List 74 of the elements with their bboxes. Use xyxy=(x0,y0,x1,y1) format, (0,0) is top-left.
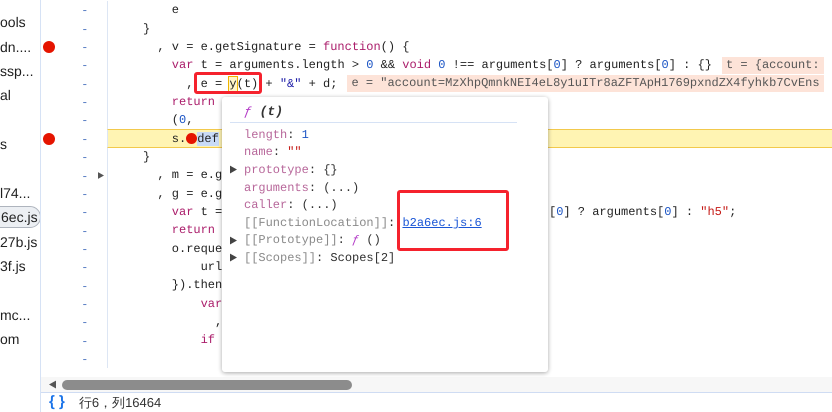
line-marker: - xyxy=(82,168,87,183)
code-line: s. xyxy=(170,130,186,147)
popup-title: ƒ (t) xyxy=(244,102,284,121)
line-marker: - xyxy=(82,222,87,238)
inline-value: t = {account: xyxy=(722,56,824,74)
format-button[interactable]: { } xyxy=(49,391,65,412)
code-line: , v = e.getSignature = function() { xyxy=(156,38,410,56)
file-item[interactable]: 27b.js xyxy=(0,232,38,252)
property-text: [[Scopes]]: Scopes[2] xyxy=(244,250,396,267)
code-line: var t = arguments.length > 0 && void 0 !== arguments[0] ? arguments[0] : {} xyxy=(170,57,712,74)
code-line: , e = y(t) + "&" + d; xyxy=(185,76,338,93)
line-marker: - xyxy=(82,149,87,164)
property-text: caller: (...) xyxy=(244,197,338,214)
code-line: return xyxy=(170,222,216,240)
code-line: if xyxy=(200,332,216,350)
code-line: } xyxy=(143,20,150,38)
expand-arrow-icon[interactable] xyxy=(230,236,237,245)
file-item[interactable]: 6ec.js xyxy=(0,206,40,228)
file-link[interactable]: b2a6ec.js:6 xyxy=(402,214,482,232)
code-line: o.reque xyxy=(170,240,222,258)
line-marker: - xyxy=(82,20,87,36)
breakpoint-icon[interactable] xyxy=(186,133,198,144)
expand-arrow-icon[interactable] xyxy=(230,253,237,262)
fold-arrow-icon[interactable] xyxy=(98,172,104,179)
code-line: return xyxy=(170,94,216,111)
code-line: }).then xyxy=(170,277,222,294)
line-marker: - xyxy=(82,130,87,146)
line-marker: - xyxy=(82,240,87,256)
line-marker: - xyxy=(82,2,87,18)
line-marker: - xyxy=(82,259,87,274)
property-text: name: "" xyxy=(244,144,302,162)
line-marker: - xyxy=(82,76,87,91)
property-text: arguments: (...) xyxy=(244,180,360,197)
property-text: prototype: {} xyxy=(244,162,338,179)
line-marker: - xyxy=(82,57,87,72)
property-text: [[Prototype]]: ƒ () xyxy=(244,232,381,250)
file-item[interactable]: s xyxy=(0,134,7,154)
line-marker: - xyxy=(82,278,87,293)
line-marker: - xyxy=(82,186,87,201)
breakpoint-icon[interactable] xyxy=(43,40,55,53)
inline-value: e = "account=MzXhpQmnkNEI4eL8y1uITr8aZFTApH1769pxndZX4fyhkb7CvEns xyxy=(347,75,824,92)
file-item[interactable]: ssp... xyxy=(0,60,34,81)
file-item[interactable]: ools xyxy=(0,12,26,32)
scrollbar-thumb[interactable] xyxy=(62,380,352,390)
line-marker: - xyxy=(82,296,87,311)
line-marker: - xyxy=(82,39,87,54)
code-line: var t = xyxy=(170,204,222,221)
line-marker: - xyxy=(82,350,87,366)
line-marker: - xyxy=(82,314,87,330)
file-item[interactable]: l74... xyxy=(0,182,30,203)
property-text: [[FunctionLocation]]: xyxy=(244,214,396,232)
file-item[interactable]: dn.... xyxy=(0,36,32,57)
code-line: e xyxy=(170,2,180,20)
line-marker: - xyxy=(82,94,87,110)
code-line: } xyxy=(143,148,150,166)
scroll-left-icon[interactable] xyxy=(49,380,56,389)
code-line: , xyxy=(214,314,222,332)
code-line: (0, xyxy=(170,112,194,130)
code-line: var xyxy=(200,296,222,313)
file-item[interactable]: 3f.js xyxy=(0,256,26,276)
line-marker: - xyxy=(82,204,87,220)
file-item[interactable]: mc... xyxy=(0,304,30,325)
property-text: length: 1 xyxy=(244,126,309,144)
cursor-position: 行6，列16464 xyxy=(78,394,162,412)
breakpoint-icon[interactable] xyxy=(43,132,55,145)
code-line: url xyxy=(200,258,222,276)
code-line: , g = e.g xyxy=(156,186,222,203)
line-marker: - xyxy=(82,112,87,128)
file-item[interactable]: om xyxy=(0,329,20,350)
expand-arrow-icon[interactable] xyxy=(230,165,237,174)
file-item[interactable]: al xyxy=(0,85,11,106)
line-marker: - xyxy=(82,332,87,348)
code-line: [0] ? arguments[0] : "h5"; xyxy=(549,204,736,221)
code-line: , m = e.g xyxy=(156,167,222,184)
